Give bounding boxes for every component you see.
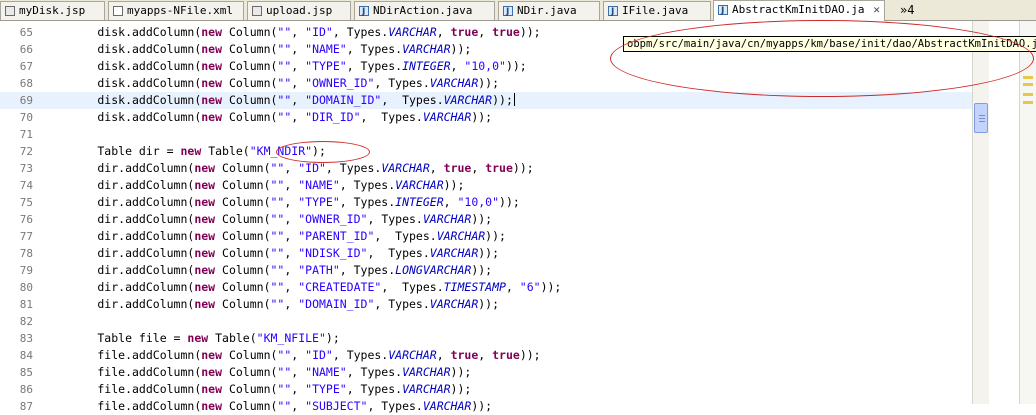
- scrollbar-thumb[interactable]: [974, 103, 988, 133]
- code-text: dir.addColumn(new Column("", "ID", Types…: [42, 161, 534, 175]
- line-number: 84: [19, 349, 33, 362]
- line-number: 87: [19, 400, 33, 413]
- java-file-icon: [608, 3, 618, 20]
- overview-ruler[interactable]: [1019, 21, 1036, 404]
- overview-mark[interactable]: [1023, 101, 1033, 104]
- code-text: dir.addColumn(new Column("", "PATH", Typ…: [42, 263, 493, 277]
- java-file-icon: [503, 3, 513, 20]
- code-text: file.addColumn(new Column("", "SUBJECT",…: [42, 399, 493, 413]
- line-number: 80: [19, 281, 33, 294]
- code-line[interactable]: 72 Table dir = new Table("KM_NDIR");: [0, 143, 972, 160]
- code-text: file.addColumn(new Column("", "ID", Type…: [42, 348, 541, 362]
- line-number: 70: [19, 111, 33, 124]
- code-line[interactable]: 86 file.addColumn(new Column("", "TYPE",…: [0, 381, 972, 398]
- tab-ndir-java[interactable]: NDir.java: [498, 1, 600, 20]
- overview-mark[interactable]: [1023, 76, 1033, 79]
- code-line[interactable]: 85 file.addColumn(new Column("", "NAME",…: [0, 364, 972, 381]
- code-text: dir.addColumn(new Column("", "NDISK_ID",…: [42, 246, 500, 260]
- tab-ndiraction-java[interactable]: NDirAction.java: [354, 1, 495, 20]
- code-line[interactable]: 77 dir.addColumn(new Column("", "PARENT_…: [0, 228, 972, 245]
- line-number: 66: [19, 43, 33, 56]
- tab-label: NDirAction.java: [373, 4, 473, 17]
- tab-myapps-nfile-xml[interactable]: myapps-NFile.xml: [108, 1, 244, 20]
- tab-mydisk-jsp[interactable]: myDisk.jsp: [0, 1, 105, 20]
- tab-upload-jsp[interactable]: upload.jsp: [247, 1, 351, 20]
- java-file-icon: [359, 3, 369, 20]
- code-line[interactable]: 84 file.addColumn(new Column("", "ID", T…: [0, 347, 972, 364]
- line-number: 81: [19, 298, 33, 311]
- tab-label: IFile.java: [622, 4, 689, 17]
- code-text: Table file = new Table("KM_NFILE");: [42, 331, 340, 345]
- java-file-icon: [718, 2, 728, 20]
- code-text: dir.addColumn(new Column("", "NAME", Typ…: [42, 178, 465, 192]
- overview-mark[interactable]: [1023, 93, 1033, 96]
- line-number: 76: [19, 213, 33, 226]
- line-number: 85: [19, 366, 33, 379]
- code-line[interactable]: 75 dir.addColumn(new Column("", "TYPE", …: [0, 194, 972, 211]
- line-number: 79: [19, 264, 33, 277]
- code-line[interactable]: 83 Table file = new Table("KM_NFILE");: [0, 330, 972, 347]
- line-number: 74: [19, 179, 33, 192]
- code-text: dir.addColumn(new Column("", "TYPE", Typ…: [42, 195, 520, 209]
- line-number: 78: [19, 247, 33, 260]
- line-number: 75: [19, 196, 33, 209]
- line-number: 72: [19, 145, 33, 158]
- tooltip-highlight-ellipse: [610, 20, 1034, 97]
- code-text: disk.addColumn(new Column("", "ID", Type…: [42, 25, 541, 39]
- tab-label: myDisk.jsp: [19, 4, 86, 17]
- code-text: disk.addColumn(new Column("", "DIR_ID", …: [42, 110, 493, 124]
- code-text: disk.addColumn(new Column("", "OWNER_ID"…: [42, 76, 500, 90]
- line-number: 69: [19, 94, 33, 107]
- line-number: 67: [19, 60, 33, 73]
- line-number: 65: [19, 26, 33, 39]
- line-number: 83: [19, 332, 33, 345]
- close-icon[interactable]: ✕: [873, 1, 880, 19]
- xml-file-icon: [113, 6, 123, 16]
- editor-tab-bar: »4 myDisk.jsp myapps-NFile.xml upload.jsp N…: [0, 0, 1036, 21]
- tab-label: myapps-NFile.xml: [127, 4, 233, 17]
- tab-ifile-java[interactable]: IFile.java: [603, 1, 711, 20]
- code-line[interactable]: 70 disk.addColumn(new Column("", "DIR_ID…: [0, 109, 972, 126]
- code-line[interactable]: 78 dir.addColumn(new Column("", "NDISK_I…: [0, 245, 972, 262]
- line-number: 77: [19, 230, 33, 243]
- tab-label: AbstractKmInitDAO.ja: [732, 3, 865, 16]
- code-text: dir.addColumn(new Column("", "PARENT_ID"…: [42, 229, 506, 243]
- code-line[interactable]: 80 dir.addColumn(new Column("", "CREATED…: [0, 279, 972, 296]
- overview-mark[interactable]: [1023, 83, 1033, 86]
- code-line[interactable]: 81 dir.addColumn(new Column("", "DOMAIN_…: [0, 296, 972, 313]
- table-name-highlight-ellipse: [276, 141, 370, 163]
- line-number: 82: [19, 315, 33, 328]
- tab-label: NDir.java: [517, 4, 577, 17]
- code-line[interactable]: 82: [0, 313, 972, 330]
- jsp-file-icon: [252, 6, 262, 16]
- code-line[interactable]: 87 file.addColumn(new Column("", "SUBJEC…: [0, 398, 972, 415]
- code-line[interactable]: 74 dir.addColumn(new Column("", "NAME", …: [0, 177, 972, 194]
- line-number: 86: [19, 383, 33, 396]
- code-text: dir.addColumn(new Column("", "DOMAIN_ID"…: [42, 297, 500, 311]
- text-caret: [513, 93, 515, 106]
- line-number: 68: [19, 77, 33, 90]
- code-text: disk.addColumn(new Column("", "NAME", Ty…: [42, 42, 472, 56]
- jsp-file-icon: [5, 6, 15, 16]
- code-text: dir.addColumn(new Column("", "OWNER_ID",…: [42, 212, 493, 226]
- code-text: disk.addColumn(new Column("", "TYPE", Ty…: [42, 59, 527, 73]
- code-text: file.addColumn(new Column("", "TYPE", Ty…: [42, 382, 472, 396]
- code-line[interactable]: 79 dir.addColumn(new Column("", "PATH", …: [0, 262, 972, 279]
- code-text: disk.addColumn(new Column("", "DOMAIN_ID…: [42, 93, 515, 107]
- line-number: 73: [19, 162, 33, 175]
- code-line[interactable]: 76 dir.addColumn(new Column("", "OWNER_I…: [0, 211, 972, 228]
- line-number: 71: [19, 128, 33, 141]
- code-text: dir.addColumn(new Column("", "CREATEDATE…: [42, 280, 562, 294]
- code-line[interactable]: 73 dir.addColumn(new Column("", "ID", Ty…: [0, 160, 972, 177]
- tab-abstractkminitdao-ja[interactable]: AbstractKmInitDAO.ja ✕: [713, 0, 885, 21]
- tab-label: upload.jsp: [266, 4, 333, 17]
- code-text: file.addColumn(new Column("", "NAME", Ty…: [42, 365, 472, 379]
- code-line[interactable]: 71: [0, 126, 972, 143]
- tab-overflow-indicator[interactable]: »4: [900, 0, 914, 20]
